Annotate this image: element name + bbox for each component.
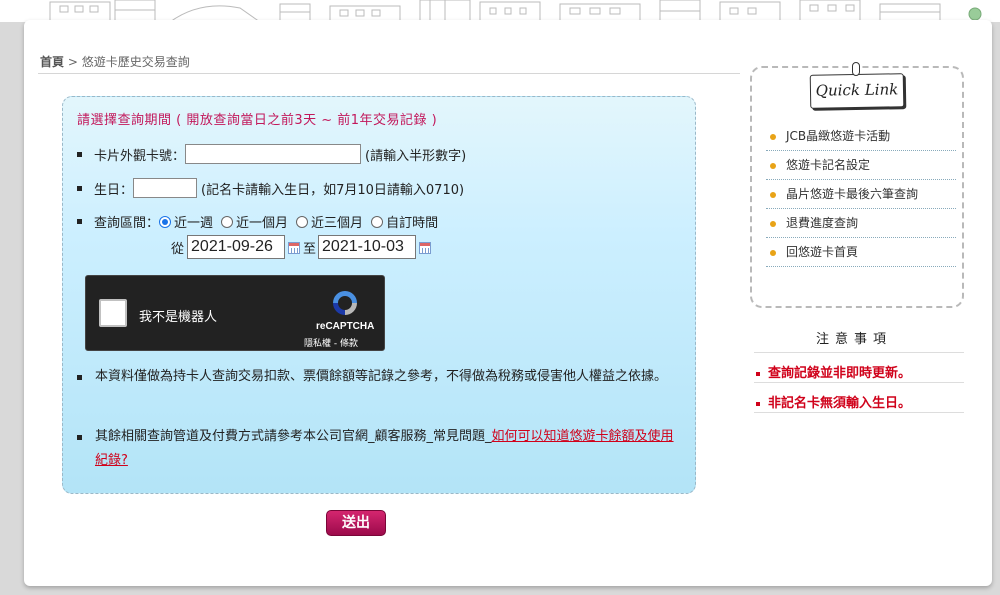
note-other-channels-text: 其餘相關查詢管道及付費方式請參考本公司官網_顧客服務_常見問題_ bbox=[95, 429, 492, 444]
bullet bbox=[77, 219, 82, 224]
note-disclaimer-text: 本資料僅做為持卡人查詢交易扣款、票價餘額等記錄之參考，不得做為稅務或侵害他人權益… bbox=[95, 369, 668, 384]
bullet bbox=[77, 435, 82, 440]
note-other-channels: 其餘相關查詢管道及付費方式請參考本公司官網_顧客服務_常見問題_如何可以知道悠遊… bbox=[77, 425, 677, 473]
from-date-input[interactable]: 2021-09-26 bbox=[187, 235, 286, 259]
recaptcha-widget: 我不是機器人 reCAPTCHA 隱私權 - 條款 bbox=[85, 275, 385, 351]
breadcrumb-separator: > bbox=[67, 55, 78, 69]
radio-custom-label[interactable]: 自訂時間 bbox=[386, 212, 438, 231]
radio-month-label[interactable]: 近一個月 bbox=[236, 212, 288, 231]
birthday-row: 生日： (記名卡請輸入生日，如7月10日請輸入0710) bbox=[77, 178, 464, 198]
recaptcha-brand: reCAPTCHA bbox=[316, 321, 375, 332]
recaptcha-label: 我不是機器人 bbox=[139, 310, 218, 325]
quick-link-refund[interactable]: 退費進度查詢 bbox=[766, 209, 956, 238]
city-banner bbox=[0, 0, 1000, 22]
radio-month[interactable] bbox=[221, 215, 234, 228]
quick-link-jcb[interactable]: JCB晶緻悠遊卡活動 bbox=[766, 122, 956, 151]
quick-link-register[interactable]: 悠遊卡記名設定 bbox=[766, 151, 956, 180]
bullet bbox=[756, 401, 760, 406]
card-number-label: 卡片外觀卡號： bbox=[94, 148, 186, 164]
notice-item-text: 非記名卡無須輸入生日。 bbox=[768, 396, 912, 411]
radio-week[interactable] bbox=[159, 215, 172, 228]
radio-custom[interactable] bbox=[371, 215, 384, 228]
quick-link-list: JCB晶緻悠遊卡活動 悠遊卡記名設定 晶片悠遊卡最後六筆查詢 退費進度查詢 回悠… bbox=[766, 122, 956, 267]
recaptcha-logo-icon bbox=[333, 291, 357, 315]
range-label: 查詢區間： bbox=[94, 216, 160, 231]
bullet bbox=[77, 185, 82, 191]
card-number-row: 卡片外觀卡號： (請輸入半形數字) bbox=[77, 144, 466, 164]
card-number-input[interactable] bbox=[185, 144, 362, 164]
recaptcha-checkbox[interactable] bbox=[99, 299, 127, 327]
breadcrumb-home[interactable]: 首頁 bbox=[40, 55, 64, 69]
breadcrumb-divider bbox=[38, 73, 740, 74]
card-number-hint: (請輸入半形數字) bbox=[365, 148, 467, 164]
to-label: 至 bbox=[303, 241, 317, 257]
birthday-hint: (記名卡請輸入生日，如7月10日請輸入0710) bbox=[201, 182, 465, 198]
notice-divider bbox=[754, 352, 964, 353]
paperclip-icon bbox=[852, 62, 860, 76]
bullet bbox=[77, 151, 82, 157]
notice-item: 非記名卡無須輸入生日。 bbox=[756, 392, 911, 411]
notice-item-text: 查詢記錄並非即時更新。 bbox=[768, 366, 912, 381]
to-date-input[interactable]: 2021-10-03 bbox=[318, 235, 417, 259]
note-disclaimer: 本資料僅做為持卡人查詢交易扣款、票價餘額等記錄之參考，不得做為稅務或侵害他人權益… bbox=[77, 365, 677, 389]
submit-button[interactable]: 送出 bbox=[326, 510, 386, 536]
date-range-row: 從 2021-09-26 至 2021-10-03 bbox=[171, 235, 434, 259]
bullet bbox=[756, 371, 760, 376]
form-title: 請選擇查詢期間 ( 開放查詢當日之前3天 ~ 前1年交易記錄 ) bbox=[77, 113, 438, 128]
breadcrumb: 首頁 > 悠遊卡歷史交易查詢 bbox=[40, 53, 190, 70]
breadcrumb-current: 悠遊卡歷史交易查詢 bbox=[81, 55, 190, 69]
birthday-input[interactable] bbox=[133, 178, 198, 198]
quick-link-title: Quick Link bbox=[809, 73, 905, 109]
calendar-icon[interactable] bbox=[419, 242, 432, 254]
radio-three-months[interactable] bbox=[296, 215, 309, 228]
query-form: 請選擇查詢期間 ( 開放查詢當日之前3天 ~ 前1年交易記錄 ) 卡片外觀卡號：… bbox=[62, 96, 696, 494]
radio-three-months-label[interactable]: 近三個月 bbox=[311, 212, 363, 231]
notice-divider bbox=[754, 382, 964, 383]
notice-item: 查詢記錄並非即時更新。 bbox=[756, 362, 911, 381]
notice-title: 注意事項 bbox=[816, 332, 893, 347]
quick-link-panel: Quick Link JCB晶緻悠遊卡活動 悠遊卡記名設定 晶片悠遊卡最後六筆查… bbox=[750, 62, 964, 308]
birthday-label: 生日： bbox=[94, 182, 134, 198]
recaptcha-links[interactable]: 隱私權 - 條款 bbox=[304, 336, 358, 349]
quick-link-home[interactable]: 回悠遊卡首頁 bbox=[766, 238, 956, 267]
bullet bbox=[77, 375, 82, 380]
from-label: 從 bbox=[171, 241, 185, 257]
calendar-icon[interactable] bbox=[288, 242, 301, 254]
notice-divider bbox=[754, 412, 964, 413]
quick-link-last-six[interactable]: 晶片悠遊卡最後六筆查詢 bbox=[766, 180, 956, 209]
range-row: 查詢區間： 近一週 近一個月 近三個月 自訂時間 bbox=[77, 212, 438, 231]
radio-week-label[interactable]: 近一週 bbox=[174, 212, 213, 231]
